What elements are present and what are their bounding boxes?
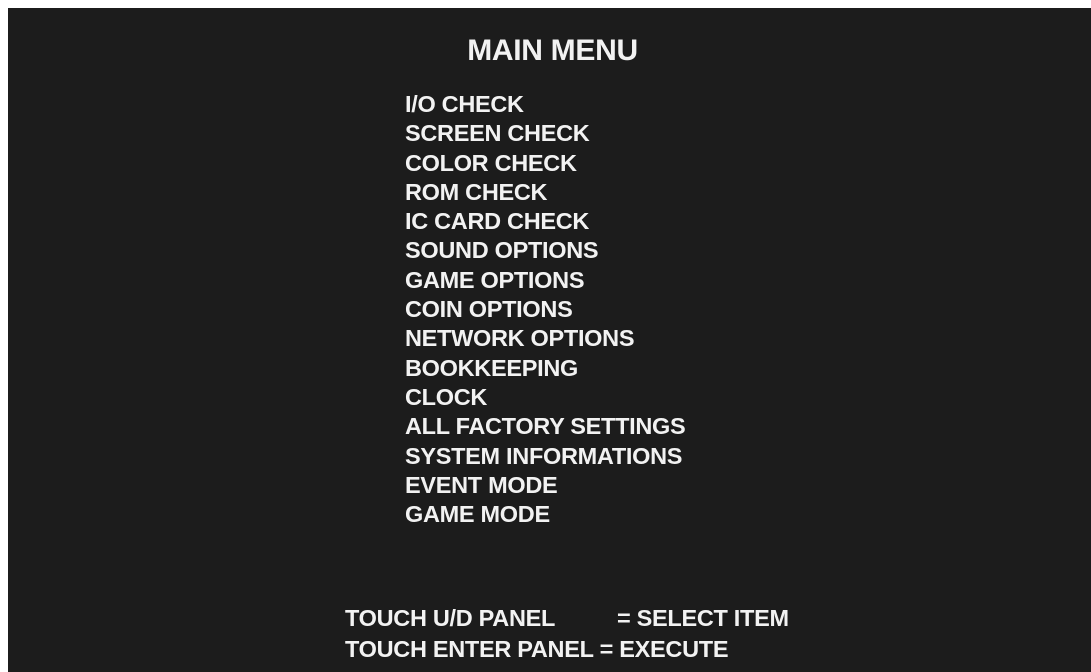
menu-item-event-mode[interactable]: EVENT MODE xyxy=(405,471,685,500)
instruction-row-execute: TOUCH ENTER PANEL = EXECUTE xyxy=(345,634,789,665)
menu-item-game-mode[interactable]: GAME MODE xyxy=(405,500,685,529)
menu-item-color-check[interactable]: COLOR CHECK xyxy=(405,149,685,178)
menu-item-coin-options[interactable]: COIN OPTIONS xyxy=(405,295,685,324)
control-instructions: TOUCH U/D PANEL = SELECT ITEM TOUCH ENTER… xyxy=(345,603,789,665)
menu-item-game-options[interactable]: GAME OPTIONS xyxy=(405,266,685,295)
menu-item-io-check[interactable]: I/O CHECK xyxy=(405,90,685,119)
menu-item-system-informations[interactable]: SYSTEM INFORMATIONS xyxy=(405,442,685,471)
instruction-action-label: = SELECT ITEM xyxy=(617,605,789,631)
menu-item-screen-check[interactable]: SCREEN CHECK xyxy=(405,119,685,148)
instruction-control-label: TOUCH U/D PANEL xyxy=(345,605,556,631)
instruction-row-select: TOUCH U/D PANEL = SELECT ITEM xyxy=(345,603,789,634)
menu-item-sound-options[interactable]: SOUND OPTIONS xyxy=(405,236,685,265)
menu-item-rom-check[interactable]: ROM CHECK xyxy=(405,178,685,207)
page-title: MAIN MENU xyxy=(467,34,638,67)
test-menu-screen: MAIN MENU I/O CHECK SCREEN CHECK COLOR C… xyxy=(8,8,1091,672)
menu-item-network-options[interactable]: NETWORK OPTIONS xyxy=(405,324,685,353)
menu-item-bookkeeping[interactable]: BOOKKEEPING xyxy=(405,354,685,383)
main-menu-list: I/O CHECK SCREEN CHECK COLOR CHECK ROM C… xyxy=(405,90,686,529)
menu-item-clock[interactable]: CLOCK xyxy=(405,383,685,412)
instruction-action-label: = EXECUTE xyxy=(599,636,729,662)
instruction-control-label: TOUCH ENTER PANEL xyxy=(345,636,594,662)
menu-item-all-factory-settings[interactable]: ALL FACTORY SETTINGS xyxy=(405,412,686,441)
menu-item-ic-card-check[interactable]: IC CARD CHECK xyxy=(405,207,685,236)
